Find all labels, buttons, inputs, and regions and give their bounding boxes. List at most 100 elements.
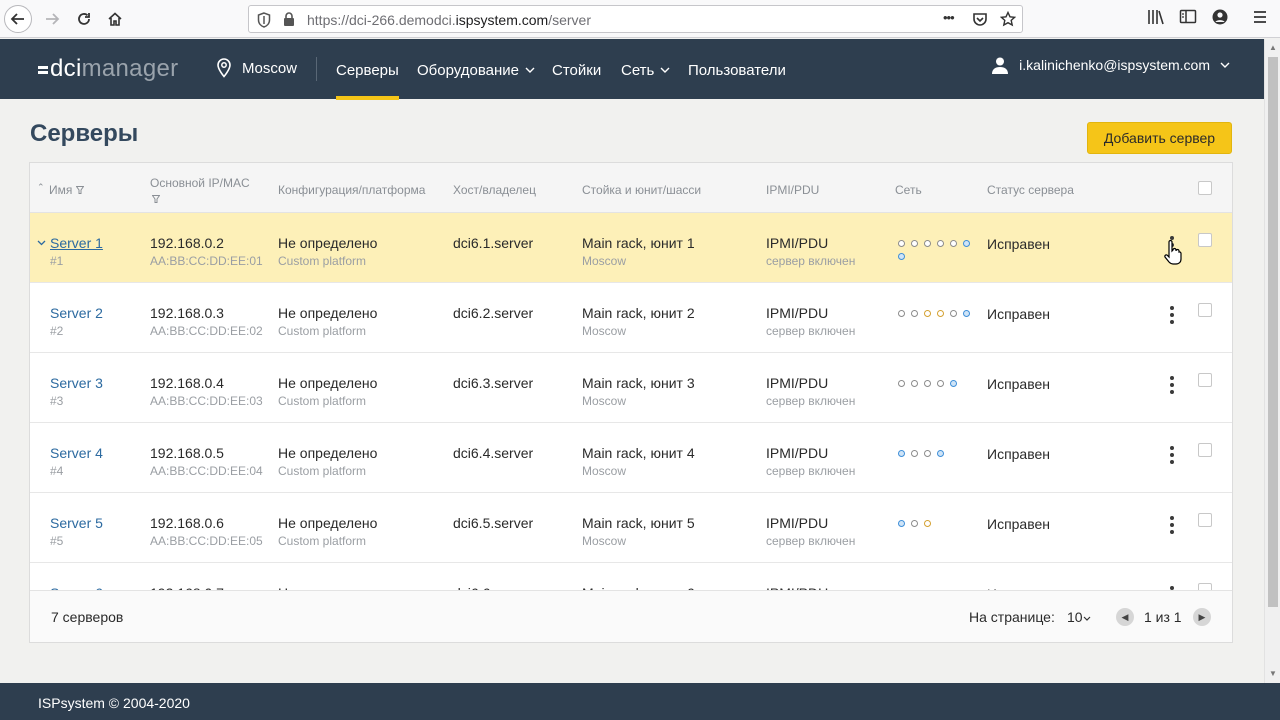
network-port-icon[interactable] <box>924 380 931 387</box>
page-scrollbar[interactable]: ▲ ▼ <box>1264 39 1280 683</box>
row-checkbox[interactable] <box>1198 373 1212 387</box>
network-port-icon[interactable] <box>937 450 944 457</box>
row-menu-button[interactable] <box>1169 306 1175 324</box>
row-checkbox[interactable] <box>1198 303 1212 317</box>
network-port-icon[interactable] <box>898 380 905 387</box>
hamburger-menu-icon[interactable] <box>1252 8 1268 26</box>
nav-users[interactable]: Пользователи <box>688 62 786 79</box>
network-port-icon[interactable] <box>898 240 905 247</box>
network-port-icon[interactable] <box>937 240 944 247</box>
network-port-icon[interactable] <box>950 310 957 317</box>
filter-icon[interactable] <box>75 186 85 194</box>
server-ipmi[interactable]: IPMI/PDU <box>766 235 828 251</box>
scroll-up-icon[interactable]: ▲ <box>1269 43 1277 52</box>
sort-asc-icon[interactable]: ⌃ <box>37 182 45 193</box>
logo[interactable]: dcimanager <box>38 55 178 83</box>
network-port-icon[interactable] <box>950 380 957 387</box>
per-page-select[interactable]: 10 <box>1067 609 1091 625</box>
row-checkbox[interactable] <box>1198 513 1212 527</box>
add-server-button[interactable]: Добавить сервер <box>1087 122 1232 154</box>
column-network[interactable]: Сеть <box>895 183 922 197</box>
row-checkbox[interactable] <box>1198 233 1212 247</box>
server-count: 7 серверов <box>51 609 124 625</box>
sidebar-icon[interactable] <box>1179 8 1197 26</box>
user-menu[interactable]: i.kalinichenko@ispsystem.com <box>991 56 1230 74</box>
table-row[interactable]: Server 4 #4 192.168.0.5 AA:BB:CC:DD:EE:04 Не… <box>30 423 1232 493</box>
arrow-left-icon <box>10 13 24 25</box>
network-port-icon[interactable] <box>911 240 918 247</box>
server-ip: 192.168.0.2 <box>150 235 224 251</box>
scroll-down-icon[interactable]: ▼ <box>1269 669 1277 678</box>
column-name[interactable]: Имя <box>49 183 85 197</box>
library-icon[interactable] <box>1147 8 1165 26</box>
network-port-icon[interactable] <box>898 253 905 260</box>
network-port-icon[interactable] <box>963 310 970 317</box>
row-menu-button[interactable] <box>1169 376 1175 394</box>
lock-icon[interactable] <box>283 12 295 27</box>
nav-racks[interactable]: Стойки <box>552 62 601 79</box>
account-icon[interactable] <box>1211 8 1229 26</box>
network-port-icon[interactable] <box>911 310 918 317</box>
table-row[interactable]: Server 2 #2 192.168.0.3 AA:BB:CC:DD:EE:02 Не… <box>30 283 1232 353</box>
nav-equipment[interactable]: Оборудование <box>417 62 535 79</box>
nav-network[interactable]: Сеть <box>621 62 670 79</box>
column-status[interactable]: Статус сервера <box>987 183 1074 197</box>
column-config[interactable]: Конфигурация/платформа <box>278 183 425 197</box>
filter-icon[interactable] <box>152 195 160 203</box>
row-menu-button[interactable] <box>1169 516 1175 534</box>
nav-servers[interactable]: Серверы <box>336 62 399 100</box>
back-button[interactable] <box>4 5 32 33</box>
server-name-link[interactable]: Server 2 <box>50 305 103 321</box>
table-row[interactable]: Server 5 #5 192.168.0.6 AA:BB:CC:DD:EE:05 Не… <box>30 493 1232 563</box>
column-rack[interactable]: Стойка и юнит/шасси <box>582 183 701 197</box>
reload-button[interactable] <box>70 5 98 33</box>
hand-cursor-icon <box>1164 240 1182 265</box>
network-port-icon[interactable] <box>950 240 957 247</box>
location-selector[interactable]: Moscow <box>216 58 297 78</box>
select-all-checkbox[interactable] <box>1198 181 1212 195</box>
network-port-icon[interactable] <box>898 520 905 527</box>
network-port-icon[interactable] <box>911 380 918 387</box>
network-port-icon[interactable] <box>963 240 970 247</box>
table-row[interactable]: Server 3 #3 192.168.0.4 AA:BB:CC:DD:EE:03 Не… <box>30 353 1232 423</box>
server-rack: Main rack, юнит 5 <box>582 515 695 531</box>
url-text[interactable]: https://dci-266.demodci.ispsystem.com/se… <box>307 12 591 28</box>
row-checkbox[interactable] <box>1198 443 1212 457</box>
column-ip[interactable]: Основной IP/MAC <box>150 176 250 190</box>
column-ipmi[interactable]: IPMI/PDU <box>766 183 819 197</box>
network-port-icon[interactable] <box>911 450 918 457</box>
network-port-icon[interactable] <box>924 450 931 457</box>
network-port-icon[interactable] <box>937 380 944 387</box>
bookmark-star-icon[interactable] <box>1000 11 1016 27</box>
next-page-button[interactable]: ▶ <box>1193 608 1211 626</box>
network-port-icon[interactable] <box>924 240 931 247</box>
network-port-icon[interactable] <box>937 310 944 317</box>
forward-button[interactable] <box>38 5 66 33</box>
row-menu-button[interactable] <box>1169 446 1175 464</box>
pocket-icon[interactable] <box>972 11 988 27</box>
network-port-icon[interactable] <box>898 450 905 457</box>
server-name-link[interactable]: Server 5 <box>50 515 103 531</box>
column-host[interactable]: Хост/владелец <box>453 183 536 197</box>
prev-page-button[interactable]: ◀ <box>1116 608 1134 626</box>
home-button[interactable] <box>101 5 129 33</box>
scroll-thumb[interactable] <box>1268 57 1278 607</box>
network-port-icon[interactable] <box>898 310 905 317</box>
page-actions-button[interactable]: ••• <box>943 10 955 25</box>
server-ipmi[interactable]: IPMI/PDU <box>766 375 828 391</box>
server-name-link[interactable]: Server 4 <box>50 445 103 461</box>
network-port-icon[interactable] <box>911 520 918 527</box>
server-ipmi[interactable]: IPMI/PDU <box>766 515 828 531</box>
server-ip: 192.168.0.6 <box>150 515 224 531</box>
shield-icon[interactable] <box>257 12 271 28</box>
server-ipmi[interactable]: IPMI/PDU <box>766 445 828 461</box>
chevron-down-icon[interactable] <box>37 240 46 246</box>
server-name-link[interactable]: Server 3 <box>50 375 103 391</box>
address-bar[interactable]: https://dci-266.demodci.ispsystem.com/se… <box>248 5 1023 33</box>
server-ipmi[interactable]: IPMI/PDU <box>766 305 828 321</box>
table-row[interactable]: Server 1 #1 192.168.0.2 AA:BB:CC:DD:EE:01 Не… <box>30 213 1232 283</box>
network-port-icon[interactable] <box>924 310 931 317</box>
network-port-icon[interactable] <box>924 520 931 527</box>
network-ports <box>898 380 980 387</box>
server-name-link[interactable]: Server 1 <box>50 235 103 251</box>
